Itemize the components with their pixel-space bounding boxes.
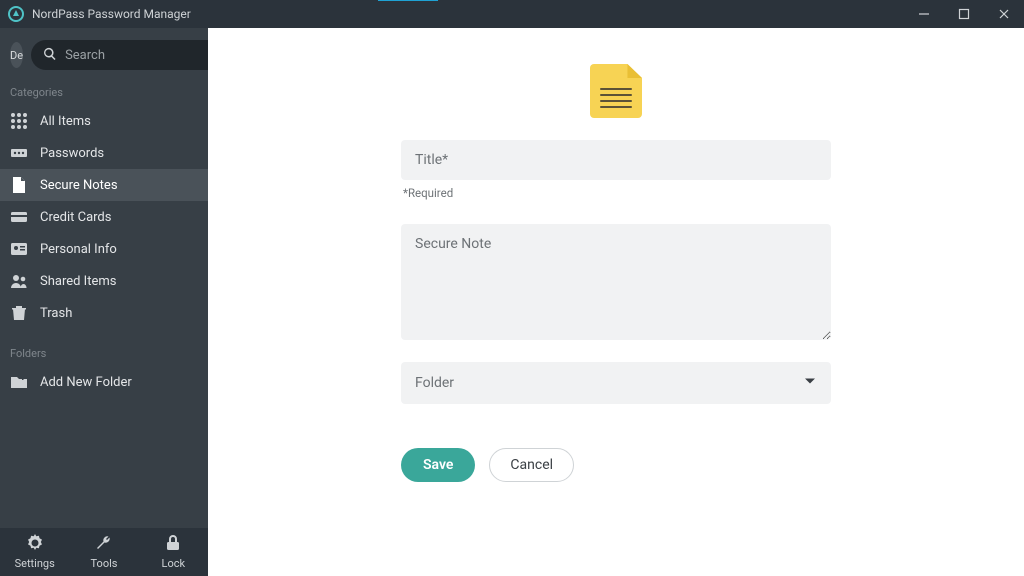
- window-title: NordPass Password Manager: [32, 7, 191, 21]
- bottom-label: Lock: [162, 557, 186, 570]
- folders-label: Folders: [0, 343, 208, 366]
- person-card-icon: [10, 240, 28, 258]
- main-content: *Required Folder Save Cancel: [208, 28, 1024, 576]
- lock-button[interactable]: Lock: [139, 528, 208, 576]
- people-icon: [10, 272, 28, 290]
- secure-note-form: *Required Folder Save Cancel: [401, 140, 831, 482]
- bottom-label: Settings: [15, 557, 55, 570]
- app-logo-icon: [8, 6, 24, 22]
- search-input[interactable]: [65, 48, 231, 63]
- folder-select-label: Folder: [415, 375, 454, 391]
- lock-icon: [164, 534, 182, 555]
- sidebar-item-label: Personal Info: [40, 242, 117, 257]
- folders-nav: Add New Folder: [0, 366, 208, 398]
- window-controls: [904, 0, 1024, 28]
- sidebar-item-credit-cards[interactable]: Credit Cards: [0, 201, 208, 233]
- maximize-button[interactable]: [944, 0, 984, 28]
- categories-label: Categories: [0, 82, 208, 105]
- title-bar: NordPass Password Manager: [0, 0, 1024, 28]
- save-button[interactable]: Save: [401, 448, 475, 482]
- tools-button[interactable]: Tools: [69, 528, 138, 576]
- gear-icon: [26, 534, 44, 555]
- required-hint: *Required: [403, 186, 829, 200]
- sidebar: De Categories All Items Passwords: [0, 28, 208, 576]
- trash-icon: [10, 304, 28, 322]
- title-input[interactable]: [401, 140, 831, 180]
- search-icon: [43, 46, 65, 65]
- secure-note-textarea[interactable]: [401, 224, 831, 340]
- sidebar-item-trash[interactable]: Trash: [0, 297, 208, 329]
- accent-strip: [378, 0, 438, 1]
- sidebar-item-passwords[interactable]: Passwords: [0, 137, 208, 169]
- card-icon: [10, 208, 28, 226]
- sidebar-item-shared-items[interactable]: Shared Items: [0, 265, 208, 297]
- sidebar-item-label: Credit Cards: [40, 210, 111, 225]
- categories-nav: All Items Passwords Secure Notes Credit …: [0, 105, 208, 329]
- chevron-down-icon: [803, 374, 817, 392]
- grid-icon: [10, 112, 28, 130]
- avatar[interactable]: De: [10, 42, 23, 68]
- sidebar-item-label: Shared Items: [40, 274, 116, 289]
- sidebar-item-label: Add New Folder: [40, 375, 132, 390]
- folder-select[interactable]: Folder: [401, 362, 831, 404]
- sidebar-item-secure-notes[interactable]: Secure Notes: [0, 169, 208, 201]
- note-icon: [10, 176, 28, 194]
- password-icon: [10, 144, 28, 162]
- settings-button[interactable]: Settings: [0, 528, 69, 576]
- sidebar-item-add-folder[interactable]: Add New Folder: [0, 366, 208, 398]
- sidebar-item-label: Trash: [40, 306, 72, 321]
- sidebar-item-personal-info[interactable]: Personal Info: [0, 233, 208, 265]
- wrench-icon: [95, 534, 113, 555]
- sidebar-item-label: All Items: [40, 114, 91, 129]
- bottom-bar: Settings Tools Lock: [0, 528, 208, 576]
- secure-note-illustration-icon: [590, 64, 642, 118]
- minimize-button[interactable]: [904, 0, 944, 28]
- folder-plus-icon: [10, 373, 28, 391]
- sidebar-item-label: Passwords: [40, 146, 104, 161]
- sidebar-item-all-items[interactable]: All Items: [0, 105, 208, 137]
- bottom-label: Tools: [91, 557, 118, 570]
- cancel-button[interactable]: Cancel: [489, 448, 574, 482]
- sidebar-item-label: Secure Notes: [40, 178, 118, 193]
- close-button[interactable]: [984, 0, 1024, 28]
